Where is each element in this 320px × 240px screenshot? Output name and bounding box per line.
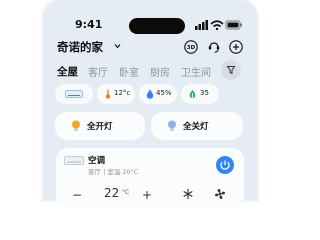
tab-living-room[interactable]: 客厅 [88, 64, 108, 79]
power-icon [220, 160, 230, 170]
chip-temperature[interactable]: 12°c [97, 84, 135, 104]
room-tabs: 全屋 客厅 卧室 厨房 卫生间 [57, 64, 247, 80]
thermometer-icon [105, 89, 111, 99]
ac-subtitle: 客厅 | 室温 20°C [88, 168, 139, 176]
bulb-on-icon [72, 120, 80, 131]
tab-bathroom[interactable]: 卫生间 [181, 64, 211, 79]
air-quality-icon [189, 90, 196, 98]
bulb-off-icon [168, 120, 176, 131]
humidity-icon [146, 89, 154, 99]
chip-temperature-value: 12°c [114, 89, 131, 97]
ac-unit-icon [64, 156, 84, 165]
fan-icon[interactable] [214, 188, 226, 200]
chip-humidity-value: 45% [156, 89, 172, 97]
power-button[interactable] [216, 156, 234, 174]
add-icon[interactable] [229, 40, 243, 54]
chip-air-quality-value: 35 [200, 89, 209, 97]
all-lights-on-card[interactable]: 全开灯 [55, 112, 145, 140]
all-lights-off-card[interactable]: 全关灯 [151, 112, 243, 140]
all-lights-off-label: 全关灯 [183, 122, 209, 132]
3d-view-icon[interactable]: 3D [184, 40, 198, 54]
chevron-down-icon[interactable] [114, 43, 121, 49]
ac-device-card[interactable]: 空调 客厅 | 室温 20°C − 22 °C + [56, 148, 244, 208]
temp-unit: °C [122, 189, 130, 196]
status-icons [195, 20, 242, 31]
chip-ac[interactable] [55, 84, 93, 104]
status-bar: 9:41 [43, 12, 257, 34]
svg-text:3D: 3D [187, 45, 196, 51]
snowflake-icon[interactable] [182, 188, 194, 200]
voice-assistant-icon[interactable] [207, 40, 221, 54]
dynamic-island [129, 18, 185, 34]
temp-value: 22 [104, 186, 120, 200]
status-time: 9:41 [75, 18, 103, 31]
home-title[interactable]: 奇诺的家 [57, 39, 103, 55]
temp-decrease-button[interactable]: − [72, 188, 82, 202]
wifi-icon [210, 20, 224, 25]
ac-unit-icon [65, 90, 83, 98]
filter-button[interactable] [221, 60, 241, 80]
chip-air-quality[interactable]: 35 [181, 84, 219, 104]
tab-bedroom[interactable]: 卧室 [119, 64, 139, 79]
home-header: 奇诺的家 3D [57, 38, 245, 56]
chip-humidity[interactable]: 45% [139, 84, 177, 104]
tab-kitchen[interactable]: 厨房 [150, 64, 170, 79]
all-lights-on-label: 全开灯 [87, 122, 113, 132]
tab-whole-house[interactable]: 全屋 [57, 64, 78, 79]
filter-icon [226, 66, 236, 75]
ac-name: 空调 [88, 156, 106, 166]
temp-increase-button[interactable]: + [142, 188, 152, 202]
signal-icon [195, 26, 198, 30]
